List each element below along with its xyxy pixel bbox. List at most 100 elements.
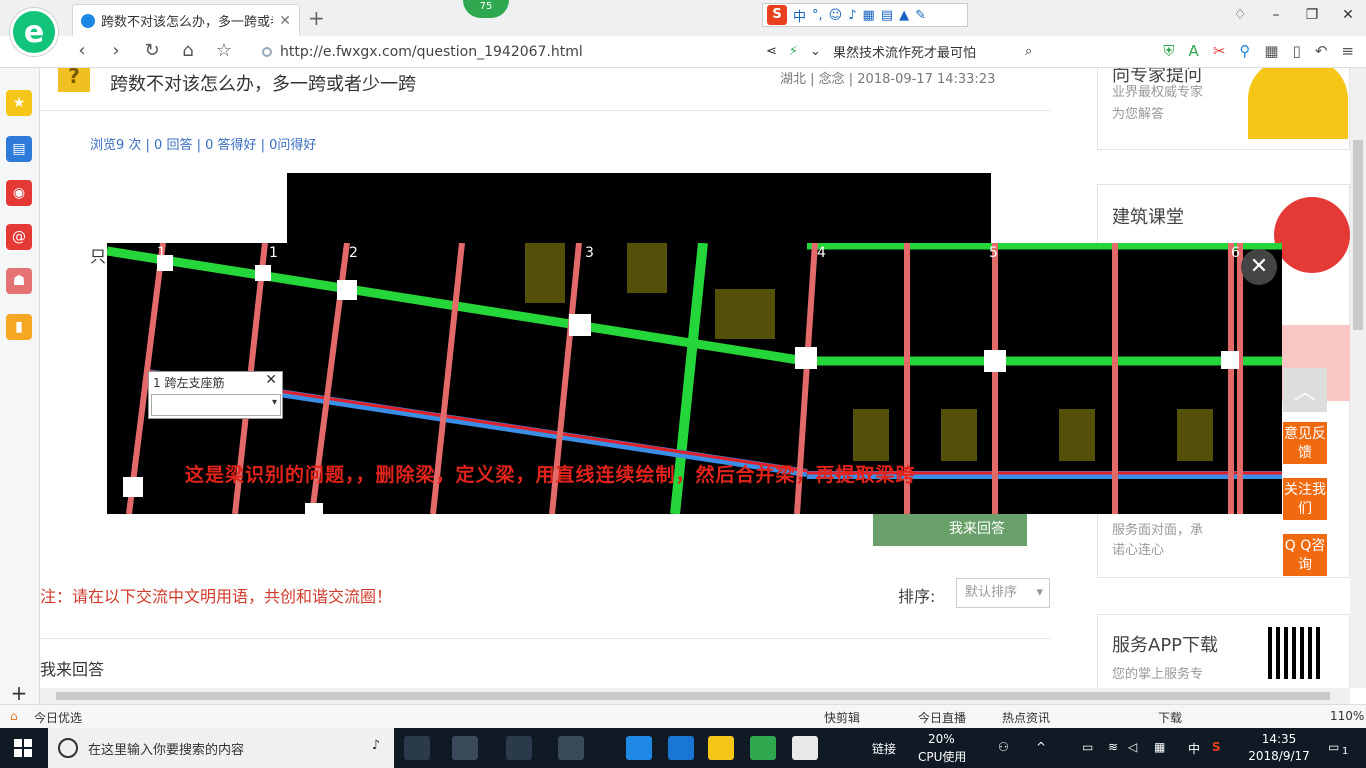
forward-icon[interactable]: › bbox=[104, 40, 128, 61]
clock[interactable]: 14:35 2018/9/17 bbox=[1244, 731, 1314, 765]
app-icon[interactable] bbox=[558, 736, 584, 760]
gift-icon[interactable]: ⌂ bbox=[10, 709, 18, 723]
status-item[interactable]: 热点资讯 bbox=[1002, 709, 1050, 726]
feedback-button[interactable]: 意见反馈 bbox=[1283, 422, 1327, 464]
popup-close-icon[interactable]: ✕ bbox=[265, 372, 277, 388]
notification-icon[interactable]: ▭ bbox=[1328, 740, 1339, 754]
shirt-skin-icon[interactable]: ♢ bbox=[1222, 0, 1258, 30]
url-field[interactable]: http://e.fwxgx.com/question_1942067.html bbox=[262, 42, 752, 62]
news-icon[interactable]: ▤ bbox=[6, 136, 32, 162]
span-popup[interactable]: 1 跨左支座筋 ✕ ▾ bbox=[148, 371, 283, 419]
app-icon[interactable] bbox=[452, 736, 478, 760]
status-today-picks[interactable]: 今日优选 bbox=[34, 709, 82, 726]
app-title: 服务APP下载 bbox=[1112, 635, 1219, 656]
volume-icon[interactable]: ◁ bbox=[1128, 740, 1137, 754]
chevron-up-icon[interactable]: ^ bbox=[1036, 740, 1046, 754]
back-to-top-button[interactable]: ︿ bbox=[1283, 368, 1327, 412]
shirt-icon[interactable]: ▲ bbox=[899, 8, 909, 23]
tray-ime[interactable]: 中 bbox=[1188, 740, 1200, 757]
vertical-scrollbar[interactable] bbox=[1350, 68, 1366, 688]
people-icon[interactable]: ⚇ bbox=[998, 740, 1009, 754]
phone-icon[interactable]: ▯ bbox=[1293, 42, 1301, 60]
keyboard-icon[interactable]: ▦ bbox=[863, 8, 875, 23]
battery-icon[interactable]: ▭ bbox=[1082, 740, 1093, 754]
screenshot-icon[interactable]: ✂ bbox=[1213, 42, 1226, 60]
taskbar-search-input[interactable]: 在这里输入你要搜索的内容 ♪ bbox=[48, 728, 394, 768]
emoji-icon[interactable]: ☺ bbox=[829, 8, 843, 23]
expert-card[interactable]: 向专家提问 业界最权威专家 为您解答 bbox=[1097, 68, 1350, 150]
status-item[interactable]: 快剪辑 bbox=[824, 709, 860, 726]
mic-icon[interactable]: ♪ bbox=[372, 738, 380, 753]
addr-right: ⋖ ⚡ ⌄ 果然技术流作死才最可怕 ⌕ bbox=[766, 42, 1032, 61]
grid-icon[interactable]: ▤ bbox=[881, 8, 893, 23]
horizontal-scrollbar[interactable] bbox=[40, 688, 1350, 704]
dropdown-icon[interactable]: ⌄ bbox=[810, 44, 821, 59]
keyboard-icon[interactable]: ▦ bbox=[1154, 740, 1165, 754]
wifi-icon[interactable]: ≋ bbox=[1108, 740, 1118, 754]
scroll-thumb[interactable] bbox=[56, 692, 1330, 700]
refresh-icon[interactable]: ↻ bbox=[140, 40, 164, 61]
home-icon[interactable]: ⌂ bbox=[176, 40, 200, 61]
mail-icon[interactable]: @ bbox=[6, 224, 32, 250]
status-item[interactable]: 下载 bbox=[1158, 709, 1182, 726]
status-bar: ⌂ 今日优选 快剪辑 今日直播 热点资讯 下载 110% bbox=[0, 704, 1366, 728]
flash-icon[interactable]: ⚡ bbox=[789, 44, 798, 59]
weibo-icon[interactable]: ◉ bbox=[6, 180, 32, 206]
undo-icon[interactable]: ↶ bbox=[1315, 42, 1328, 60]
service-desc-1: 服务面对面，承 bbox=[1112, 523, 1204, 538]
minimize-icon[interactable]: – bbox=[1258, 0, 1294, 30]
search-icon[interactable]: ⌕ bbox=[1025, 44, 1032, 59]
zoom-level[interactable]: 110% bbox=[1330, 709, 1364, 723]
divider bbox=[40, 638, 1050, 639]
browser-task-icon[interactable] bbox=[750, 736, 776, 760]
star-icon[interactable]: ★ bbox=[6, 90, 32, 116]
scroll-thumb[interactable] bbox=[1353, 140, 1363, 330]
qq-button[interactable]: Q Q咨询 bbox=[1283, 534, 1327, 576]
answer-button[interactable]: 我来回答 bbox=[873, 512, 1027, 546]
share-icon[interactable]: ⋖ bbox=[766, 44, 777, 59]
mic-icon[interactable]: ♪ bbox=[848, 8, 856, 23]
class-logo-icon bbox=[1274, 197, 1350, 273]
punct-icon[interactable]: °, bbox=[812, 8, 823, 23]
wrench-icon[interactable]: ✎ bbox=[915, 8, 926, 23]
task-view-icon[interactable] bbox=[404, 736, 430, 760]
game-icon[interactable]: ☗ bbox=[6, 268, 32, 294]
new-tab-button[interactable]: + bbox=[308, 6, 325, 30]
ime-toolbar[interactable]: S 中 °, ☺ ♪ ▦ ▤ ▲ ✎ bbox=[762, 3, 968, 27]
apps-icon[interactable]: ▦ bbox=[1264, 42, 1278, 60]
add-sidebar-icon[interactable]: + bbox=[6, 680, 32, 706]
mail-task-icon[interactable] bbox=[792, 736, 818, 760]
translate-icon[interactable]: A bbox=[1189, 42, 1199, 60]
folder-icon[interactable] bbox=[708, 736, 734, 760]
back-icon[interactable]: ‹ bbox=[70, 40, 94, 61]
close-viewer-button[interactable]: ✕ bbox=[1241, 249, 1277, 285]
tab-close-icon[interactable]: ✕ bbox=[279, 13, 291, 29]
favorite-icon[interactable]: ☆ bbox=[212, 40, 236, 61]
edge-icon[interactable] bbox=[626, 736, 652, 760]
follow-button[interactable]: 关注我们 bbox=[1283, 478, 1327, 520]
restore-icon[interactable]: ❐ bbox=[1294, 0, 1330, 30]
sort-select[interactable]: 默认排序 ▾ bbox=[956, 578, 1050, 608]
ie-icon[interactable] bbox=[668, 736, 694, 760]
question-body: 只 bbox=[90, 247, 107, 266]
tab-active[interactable]: 跨数不对该怎么办，多一跨或者少一跨 ✕ bbox=[72, 4, 300, 36]
notes-icon[interactable]: ▮ bbox=[6, 314, 32, 340]
popup-select[interactable]: ▾ bbox=[151, 394, 281, 416]
search-input[interactable]: 果然技术流作死才最可怕 bbox=[833, 42, 1013, 61]
magnifier-icon[interactable]: ⚲ bbox=[1239, 42, 1250, 60]
tray-link[interactable]: 链接 bbox=[872, 740, 896, 757]
edge-legacy-icon[interactable] bbox=[506, 736, 532, 760]
start-button[interactable] bbox=[14, 739, 32, 757]
app-card[interactable]: 服务APP下载 您的掌上服务专 bbox=[1097, 614, 1350, 688]
axis-label: 1 bbox=[269, 245, 278, 261]
sogou-tray-icon[interactable]: S bbox=[1212, 740, 1221, 754]
chevron-down-icon: ▾ bbox=[1036, 585, 1043, 600]
shield-icon[interactable]: ⛨ bbox=[1163, 42, 1174, 60]
ime-lang[interactable]: 中 bbox=[793, 6, 806, 25]
close-window-icon[interactable]: ✕ bbox=[1330, 0, 1366, 30]
menu-icon[interactable]: ≡ bbox=[1341, 42, 1354, 60]
question-meta: 湖北 | 念念 | 2018-09-17 14:33:23 bbox=[780, 72, 996, 87]
question-icon: ? bbox=[58, 68, 90, 92]
status-item[interactable]: 今日直播 bbox=[918, 709, 966, 726]
thumbnail-image[interactable] bbox=[287, 173, 991, 243]
